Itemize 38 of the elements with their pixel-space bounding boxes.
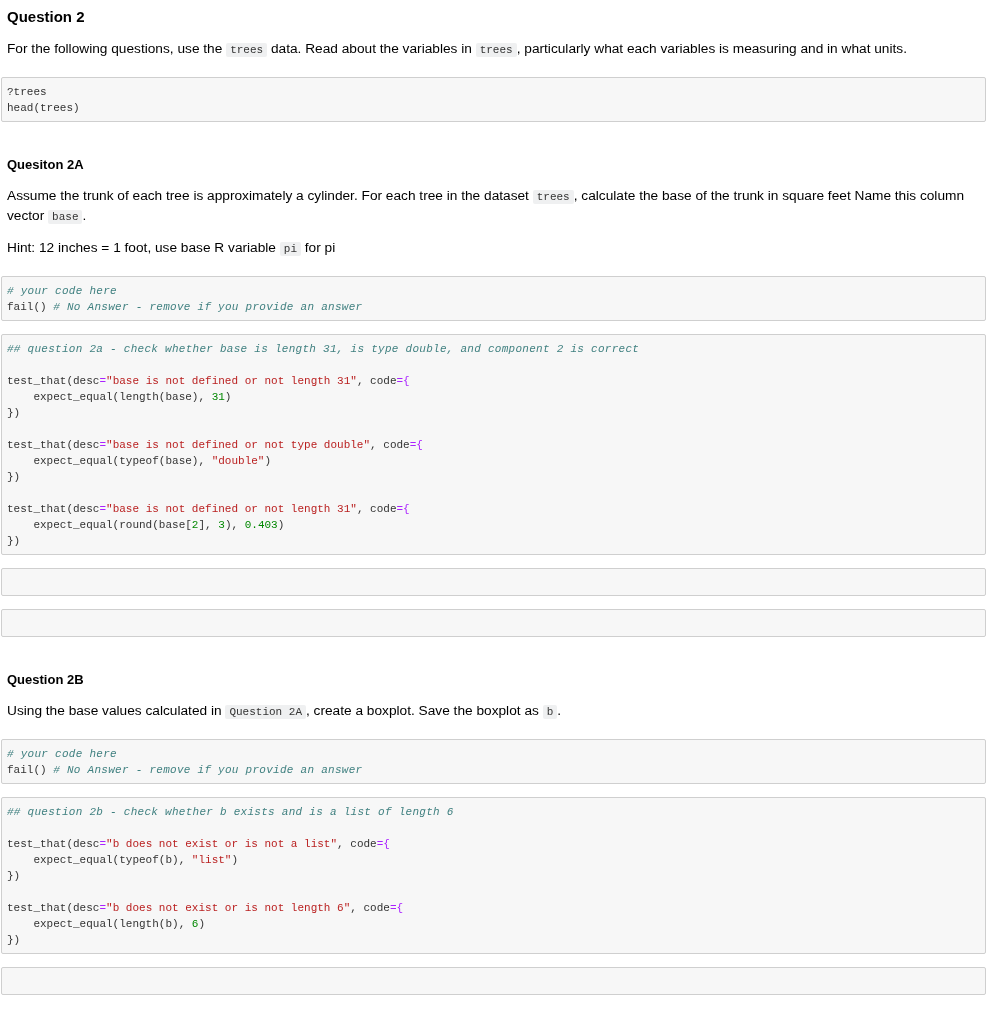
code-cell[interactable] <box>1 797 986 954</box>
code-line: expect_equal(typeof(b), "list") <box>32 853 240 868</box>
heading: Question 2B <box>6 671 84 689</box>
code-line: # your code here <box>7 747 118 762</box>
code-line: test_that(desc="base is not defined or not length 31", code={ <box>7 502 411 517</box>
code-line: test_that(desc="b does not exist or is not a list", code={ <box>7 837 391 852</box>
code-cell[interactable]: ?trees head(trees) <box>1 77 986 122</box>
code-cell[interactable] <box>1 568 986 596</box>
code-line: expect_equal(typeof(base), "double") <box>32 454 273 469</box>
paragraph: Assume the trunk of each tree is approximately a cylinder. For each tree in the dataset trees , calculate the base of the trunk in square feet Name this column vector base . <box>6 187 966 226</box>
code-cell[interactable]: # your code here fail() # No Answer - remove if you provide an answer <box>1 276 986 321</box>
code-line: # your code here <box>7 284 118 299</box>
code-line: fail() # No Answer - remove if you provide an answer <box>7 763 364 778</box>
code-line: test_that(desc="base is not defined or not type double", code={ <box>7 438 424 453</box>
heading: Question 2 <box>6 7 85 27</box>
code-line: }) <box>7 534 22 549</box>
code-line: expect_equal(length(b), 6) <box>32 917 207 932</box>
code-line: expect_equal(round(base[2], 3), 0.403) <box>32 518 286 533</box>
heading: Quesiton 2A <box>6 156 84 174</box>
code-line: ?trees <box>7 85 48 100</box>
code-cell[interactable] <box>1 967 986 995</box>
code-line: test_that(desc="b does not exist or is not length 6", code={ <box>7 901 405 916</box>
code-cell[interactable] <box>1 609 986 637</box>
code-line: ## question 2a - check whether base is length 31, is type double, and component 2 is correct <box>7 342 641 357</box>
code-line: expect_equal(length(base), 31) <box>32 390 233 405</box>
code-line: test_that(desc="base is not defined or not length 31", code={ <box>7 374 411 389</box>
paragraph: For the following questions, use the trees data. Read about the variables in trees , particularly what each variables is measuring and in what units. <box>6 40 908 59</box>
paragraph: Using the base values calculated in Question 2A , create a boxplot. Save the boxplot as b . <box>6 702 563 721</box>
paragraph: Hint: 12 inches = 1 foot, use base R variable pi for pi <box>6 239 337 258</box>
code-cell[interactable] <box>1 334 986 555</box>
code-line: }) <box>7 470 22 485</box>
code-cell[interactable]: # your code here fail() # No Answer - remove if you provide an answer <box>1 739 986 784</box>
code-line: fail() # No Answer - remove if you provide an answer <box>7 300 364 315</box>
code-line: }) <box>7 406 22 421</box>
code-line: }) <box>7 869 22 884</box>
code-line: head(trees) <box>7 101 81 116</box>
code-line: ## question 2b - check whether b exists and is a list of length 6 <box>7 805 455 820</box>
code-line: }) <box>7 933 22 948</box>
